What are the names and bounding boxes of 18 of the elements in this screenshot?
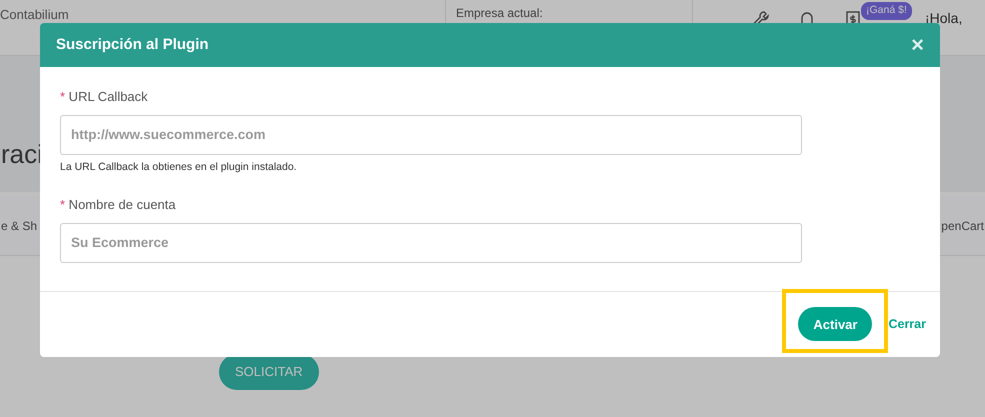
field-label: URL Callback: [68, 89, 148, 104]
close-link[interactable]: Cerrar: [888, 315, 926, 334]
tab[interactable]: penCart: [941, 216, 984, 234]
company-label: Empresa actual:: [456, 6, 543, 20]
tab[interactable]: e & Sh: [1, 216, 38, 234]
modal-title: Suscripción al Plugin: [56, 34, 209, 55]
close-button[interactable]: ×: [911, 34, 924, 56]
greeting-text: ¡Hola,: [925, 9, 962, 28]
request-button[interactable]: SOLICITAR: [219, 354, 319, 390]
brand-name: Contabilium: [0, 6, 70, 24]
help-text: La URL Callback la obtienes en el plugin instalado.: [60, 160, 298, 174]
required-mark: *: [60, 197, 66, 212]
input-field[interactable]: http://www.suecommerce.com: [60, 114, 802, 154]
activate-button[interactable]: Activar: [798, 307, 872, 342]
field-label: Nombre de cuenta: [68, 197, 176, 212]
required-mark: *: [60, 89, 66, 104]
input-field[interactable]: Su Ecommerce: [60, 222, 802, 263]
promo-badge[interactable]: ¡Ganá $!: [861, 2, 912, 20]
